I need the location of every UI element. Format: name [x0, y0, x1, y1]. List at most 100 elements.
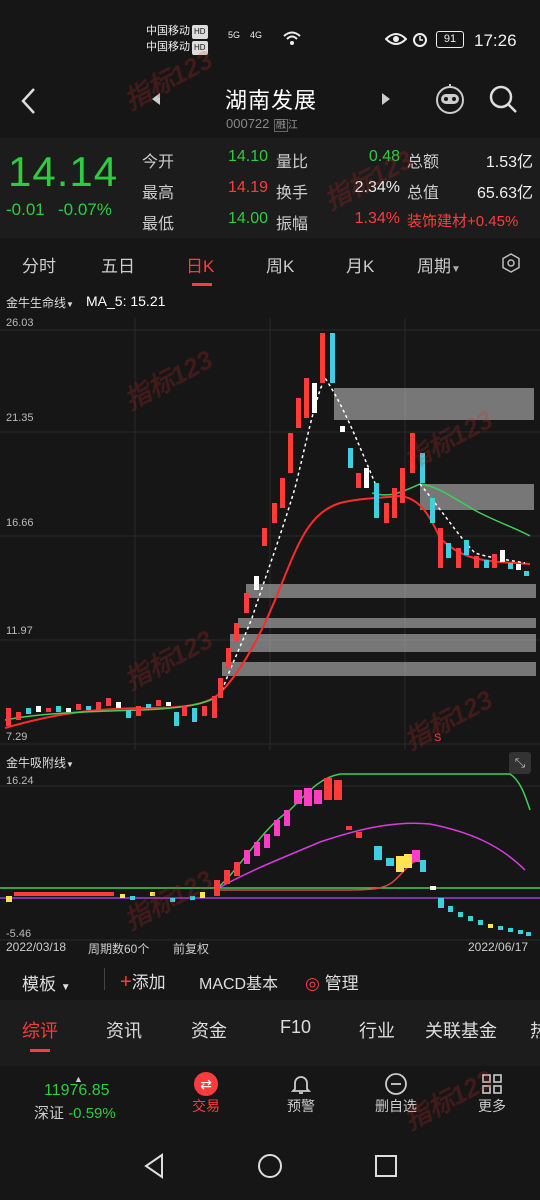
index-change: -0.59% [68, 1105, 116, 1122]
zone-6 [222, 662, 536, 676]
margin-badge: 融 [273, 119, 288, 132]
next-stock-icon[interactable] [380, 92, 392, 106]
life-line-red [4, 494, 531, 729]
battery-indicator: 91 [436, 31, 464, 48]
bell-icon [290, 1076, 312, 1094]
clock: 17:26 [474, 31, 517, 50]
high-label: 最高 [142, 185, 175, 202]
period-count: 周期数60个 [88, 942, 150, 956]
open-value: 14.10 [227, 148, 268, 165]
zone-3 [246, 584, 536, 598]
trade-icon: ⇄ [194, 1072, 218, 1096]
nav-more-label: 更多 [478, 1098, 506, 1114]
stock-header: 湖南发展 000722 融江 [0, 80, 540, 138]
high-value: 14.19 [227, 179, 268, 196]
tab-industry[interactable]: 行业 [359, 1017, 395, 1043]
support-zones [222, 388, 536, 676]
vol-ratio-label: 量比 [276, 154, 309, 171]
tab-overview[interactable]: 综评 [22, 1017, 58, 1043]
sub-plot [0, 773, 540, 941]
add-button[interactable]: +添加 [120, 968, 166, 994]
system-recents-icon[interactable] [372, 1152, 400, 1180]
kline-plot [0, 318, 540, 750]
nav-alert[interactable]: 预警 [271, 1072, 331, 1116]
gear-icon: ◎ [305, 974, 320, 993]
tab-more-clipped[interactable]: 热 [530, 1017, 540, 1043]
open-label: 今开 [142, 154, 175, 171]
bottom-nav: ▲ 11976.85 深证 -0.59% ⇄ 交易 预警 删自选 更多 [0, 1066, 540, 1132]
tab-capital[interactable]: 资金 [191, 1017, 227, 1043]
ma-line-green [4, 483, 531, 721]
prev-stock-icon[interactable] [150, 92, 162, 106]
date-start: 2022/03/18 [6, 940, 67, 954]
network-5g: 5G [228, 30, 241, 40]
amount-label: 总额 [407, 154, 440, 171]
sub-candles [6, 778, 531, 936]
nav-remove-watchlist[interactable]: 删自选 [366, 1072, 426, 1116]
nav-trade[interactable]: ⇄ 交易 [176, 1072, 236, 1116]
nav-trade-label: 交易 [192, 1098, 220, 1114]
minus-circle-icon [385, 1073, 407, 1095]
adjust-mode[interactable]: 前复权 [173, 940, 209, 957]
sub-chart[interactable]: 金牛吸附线▼ ⤡ 16.24 -5.46 2022/03/18 周期数60个 前… [0, 750, 540, 960]
low-label: 最低 [142, 216, 175, 233]
zone-5 [230, 634, 536, 652]
system-back-icon[interactable] [140, 1152, 168, 1180]
zone-1 [334, 388, 534, 420]
chevron-down-icon: ▼ [60, 982, 71, 993]
last-price: 14.14 [8, 148, 119, 195]
tab-related-funds[interactable]: 关联基金 [425, 1017, 497, 1043]
macd-indicator-button[interactable]: MACD基本 [199, 970, 278, 994]
upper-band-green [214, 773, 531, 891]
mid-band-magenta [214, 822, 526, 891]
manage-button[interactable]: ◎ 管理 [305, 969, 359, 994]
zone-2 [420, 484, 534, 510]
zone-4 [238, 618, 536, 628]
grid-icon [482, 1074, 502, 1094]
system-home-icon[interactable] [256, 1152, 284, 1180]
search-icon[interactable] [488, 84, 518, 114]
tab-timeshare[interactable]: 分时 [22, 252, 56, 277]
sector-change: +0.45% [467, 213, 519, 230]
network-4g: 4G [250, 30, 263, 40]
vol-ratio-value: 0.48 [368, 148, 400, 165]
amount-value: 1.53亿 [485, 154, 533, 171]
index-summary[interactable]: 深证 -0.59% [34, 1102, 116, 1123]
amplitude-value: 1.34% [354, 210, 400, 227]
tab-five-day[interactable]: 五日 [101, 252, 135, 277]
price-change: -0.01 [6, 200, 45, 219]
turnover-label: 换手 [276, 185, 309, 202]
add-label: 添加 [131, 973, 166, 992]
back-arrow-icon[interactable] [18, 86, 40, 116]
tab-news[interactable]: 资讯 [106, 1017, 142, 1043]
tab-f10[interactable]: F10 [280, 1017, 311, 1038]
kline-chart[interactable]: 金牛生命线▼ MA_5: 15.21 26.03 21.35 16.66 11.… [0, 288, 540, 750]
system-nav-bar [0, 1132, 540, 1200]
quote-panel: 14.14 -0.01 -0.07% 今开 最高 最低 14.10 14.19 … [0, 138, 540, 238]
sector-link[interactable]: 装饰建材+0.45% [407, 210, 518, 231]
active-tab-indicator [192, 283, 212, 286]
tab-monthly-k[interactable]: 月K [346, 252, 374, 277]
carrier-1: 中国移动 HD [146, 25, 208, 39]
mktcap-value: 65.63亿 [476, 185, 533, 202]
indicator-toolbar: 模板 ▼ +添加 MACD基本 ◎ 管理 [0, 960, 540, 1000]
alarm-icon [413, 33, 427, 47]
settings-hex-icon[interactable] [500, 252, 522, 274]
index-name: 深证 [34, 1105, 65, 1122]
nav-more[interactable]: 更多 [462, 1072, 522, 1116]
nav-remove-watchlist-label: 删自选 [375, 1098, 417, 1114]
template-label: 模板 [22, 975, 56, 994]
mktcap-label: 总值 [407, 185, 440, 202]
template-dropdown[interactable]: 模板 ▼ [22, 970, 71, 995]
wifi-icon [283, 31, 301, 45]
assistant-robot-icon[interactable] [432, 82, 468, 116]
stock-title: 湖南发展 [225, 88, 318, 113]
sector-name: 装饰建材 [407, 213, 468, 230]
divider [104, 968, 105, 990]
tab-daily-k[interactable]: 日K [186, 252, 214, 277]
index-value[interactable]: 11976.85 [44, 1082, 110, 1100]
plus-icon: + [120, 971, 132, 993]
chevron-down-icon: ▼ [451, 264, 461, 275]
tab-weekly-k[interactable]: 周K [266, 252, 294, 277]
tab-period[interactable]: 周期▼ [417, 252, 461, 277]
